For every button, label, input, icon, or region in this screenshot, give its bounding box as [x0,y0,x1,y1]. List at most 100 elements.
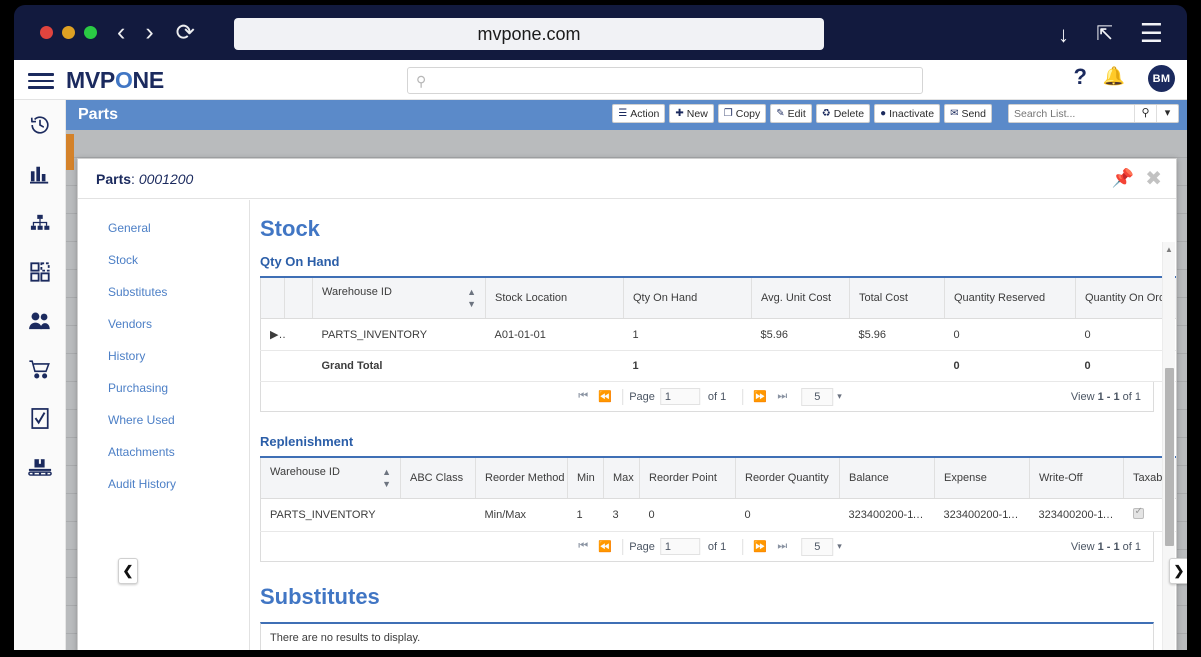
table-row[interactable]: PARTS_INVENTORY Min/Max 1 3 0 0 32340020… [261,499,1177,532]
col-stock-location[interactable]: Stock Location [486,277,624,319]
modules-grid-icon[interactable] [14,255,66,288]
pager-page-input[interactable] [660,388,700,405]
sidenav-item-audit-history[interactable]: Audit History [78,468,249,500]
sidenav-item-where-used[interactable]: Where Used [78,404,249,436]
avatar[interactable]: BM [1148,65,1175,92]
pager-last-button[interactable]: ⏭ [771,540,793,553]
left-icon-rail [14,100,66,650]
col-label: Warehouse ID [322,286,392,298]
col-qty-on-hand[interactable]: Qty On Hand [624,277,752,319]
inactivate-button[interactable]: ● Inactivate [874,104,940,123]
scrollbar-thumb[interactable] [1165,368,1174,546]
pager-last-button[interactable]: ⏭ [771,390,793,403]
col-reorder-quantity[interactable]: Reorder Quantity [736,457,840,499]
back-icon[interactable]: ‹ [117,20,125,45]
row-expander[interactable]: ▶ [261,319,285,351]
action-button[interactable]: ☰ Action [612,104,665,123]
bell-icon[interactable]: 🔔 [1103,66,1125,87]
copy-button[interactable]: ❐ Copy [718,104,766,123]
col-reorder-method[interactable]: Reorder Method [476,457,568,499]
people-icon[interactable] [14,304,66,337]
close-x-icon[interactable]: ✖ [1145,166,1162,191]
panel-scrollbar[interactable]: ▲ [1162,242,1175,650]
search-list-input[interactable] [1009,105,1134,122]
conveyor-belt-icon[interactable] [14,451,66,484]
sort-toggle-icon[interactable]: ▲▼ [382,466,391,490]
sidenav-item-stock[interactable]: Stock [78,244,249,276]
hamburger-menu-icon[interactable]: ☰ [1140,18,1163,49]
col-label: Balance [849,472,889,484]
maximize-window-button[interactable] [84,26,97,39]
minimize-window-button[interactable] [62,26,75,39]
col-quantity-reserved[interactable]: Quantity Reserved [945,277,1076,319]
url-bar[interactable]: mvpone.com [234,18,824,50]
sidenav-item-purchasing[interactable]: Purchasing [78,372,249,404]
col-warehouse-id[interactable]: Warehouse ID ▲▼ [261,457,401,499]
funnel-filter-icon[interactable]: ▾ [1156,105,1178,122]
pager-page-input[interactable] [660,538,700,555]
global-search-input[interactable] [436,71,916,91]
forward-icon[interactable]: › [145,20,153,45]
help-icon[interactable]: ? [1074,64,1087,90]
col-abc-class[interactable]: ABC Class [401,457,476,499]
new-button[interactable]: ✚ New [669,104,713,123]
sort-toggle-icon[interactable]: ▲▼ [467,286,476,310]
scroll-up-arrow-icon[interactable]: ▲ [1163,245,1175,254]
shopping-cart-icon[interactable] [14,353,66,386]
edit-button[interactable]: ✎ Edit [770,104,811,123]
sidenav-item-general[interactable]: General [78,212,249,244]
pager-next-button[interactable]: ⏩ [749,390,771,403]
collapse-left-handle[interactable]: ❮ [118,558,138,584]
pager-first-button[interactable]: ⏮ [572,540,594,553]
col-avg-unit-cost[interactable]: Avg. Unit Cost [752,277,850,319]
reload-icon[interactable]: ⟳ [176,21,195,44]
chevron-down-icon[interactable]: ▾ [837,541,842,552]
sidenav-item-vendors[interactable]: Vendors [78,308,249,340]
pager-page-size-select[interactable]: 5 [801,388,833,406]
send-button[interactable]: ✉ Send [944,104,992,123]
hierarchy-org-chart-icon[interactable] [14,206,66,239]
nav-toggle-hamburger-icon[interactable] [28,69,54,93]
col-max[interactable]: Max [604,457,640,499]
recent-history-clock-icon[interactable] [14,108,66,141]
pager-prev-button[interactable]: ⏪ [594,540,616,553]
expand-arrows-icon[interactable]: ⇱ [1096,21,1113,46]
pushpin-icon[interactable]: 📌 [1112,168,1134,189]
delete-button[interactable]: ♻ Delete [816,104,870,123]
search-icon: ⚲ [416,73,426,90]
cell-write-off: 323400200-113... [1030,499,1124,532]
total-spacer-5 [850,351,945,382]
checklist-icon[interactable] [14,402,66,435]
col-total-cost[interactable]: Total Cost [850,277,945,319]
view-prefix: View [1071,541,1098,553]
col-label: Reorder Quantity [745,472,829,484]
col-quantity-on-order[interactable]: Quantity On Order [1076,277,1177,319]
col-reorder-point[interactable]: Reorder Point [640,457,736,499]
pager-first-button[interactable]: ⏮ [572,390,594,403]
cell-stock-location: A01-01-01 [486,319,624,351]
pager-next-button[interactable]: ⏩ [749,540,771,553]
sidenav-item-history[interactable]: History [78,340,249,372]
section-heading-substitutes: Substitutes [260,584,1154,610]
expand-right-handle[interactable]: ❯ [1169,558,1187,584]
download-arrow-icon[interactable]: ↓ [1058,22,1069,48]
cell-expense: 323400200-113... [935,499,1030,532]
pager-prev-button[interactable]: ⏪ [594,390,616,403]
taxable-checkbox[interactable] [1133,508,1144,519]
logo-part-ne: NE [133,67,164,93]
pager-page-size-select[interactable]: 5 [801,538,833,556]
col-balance[interactable]: Balance [840,457,935,499]
col-warehouse-id[interactable]: Warehouse ID ▲▼ [313,277,486,319]
table-row[interactable]: ▶ PARTS_INVENTORY A01-01-01 1 $5.96 $5.9… [261,319,1177,351]
global-search-field[interactable]: ⚲ [407,67,923,94]
col-min[interactable]: Min [568,457,604,499]
col-expense[interactable]: Expense [935,457,1030,499]
search-list-field[interactable]: ⚲ ▾ [1008,104,1179,123]
chevron-down-icon[interactable]: ▾ [837,391,842,402]
sidenav-item-attachments[interactable]: Attachments [78,436,249,468]
bar-chart-icon[interactable] [14,157,66,190]
col-write-off[interactable]: Write-Off [1030,457,1124,499]
magnifier-icon[interactable]: ⚲ [1134,105,1156,122]
sidenav-item-substitutes[interactable]: Substitutes [78,276,249,308]
close-window-button[interactable] [40,26,53,39]
